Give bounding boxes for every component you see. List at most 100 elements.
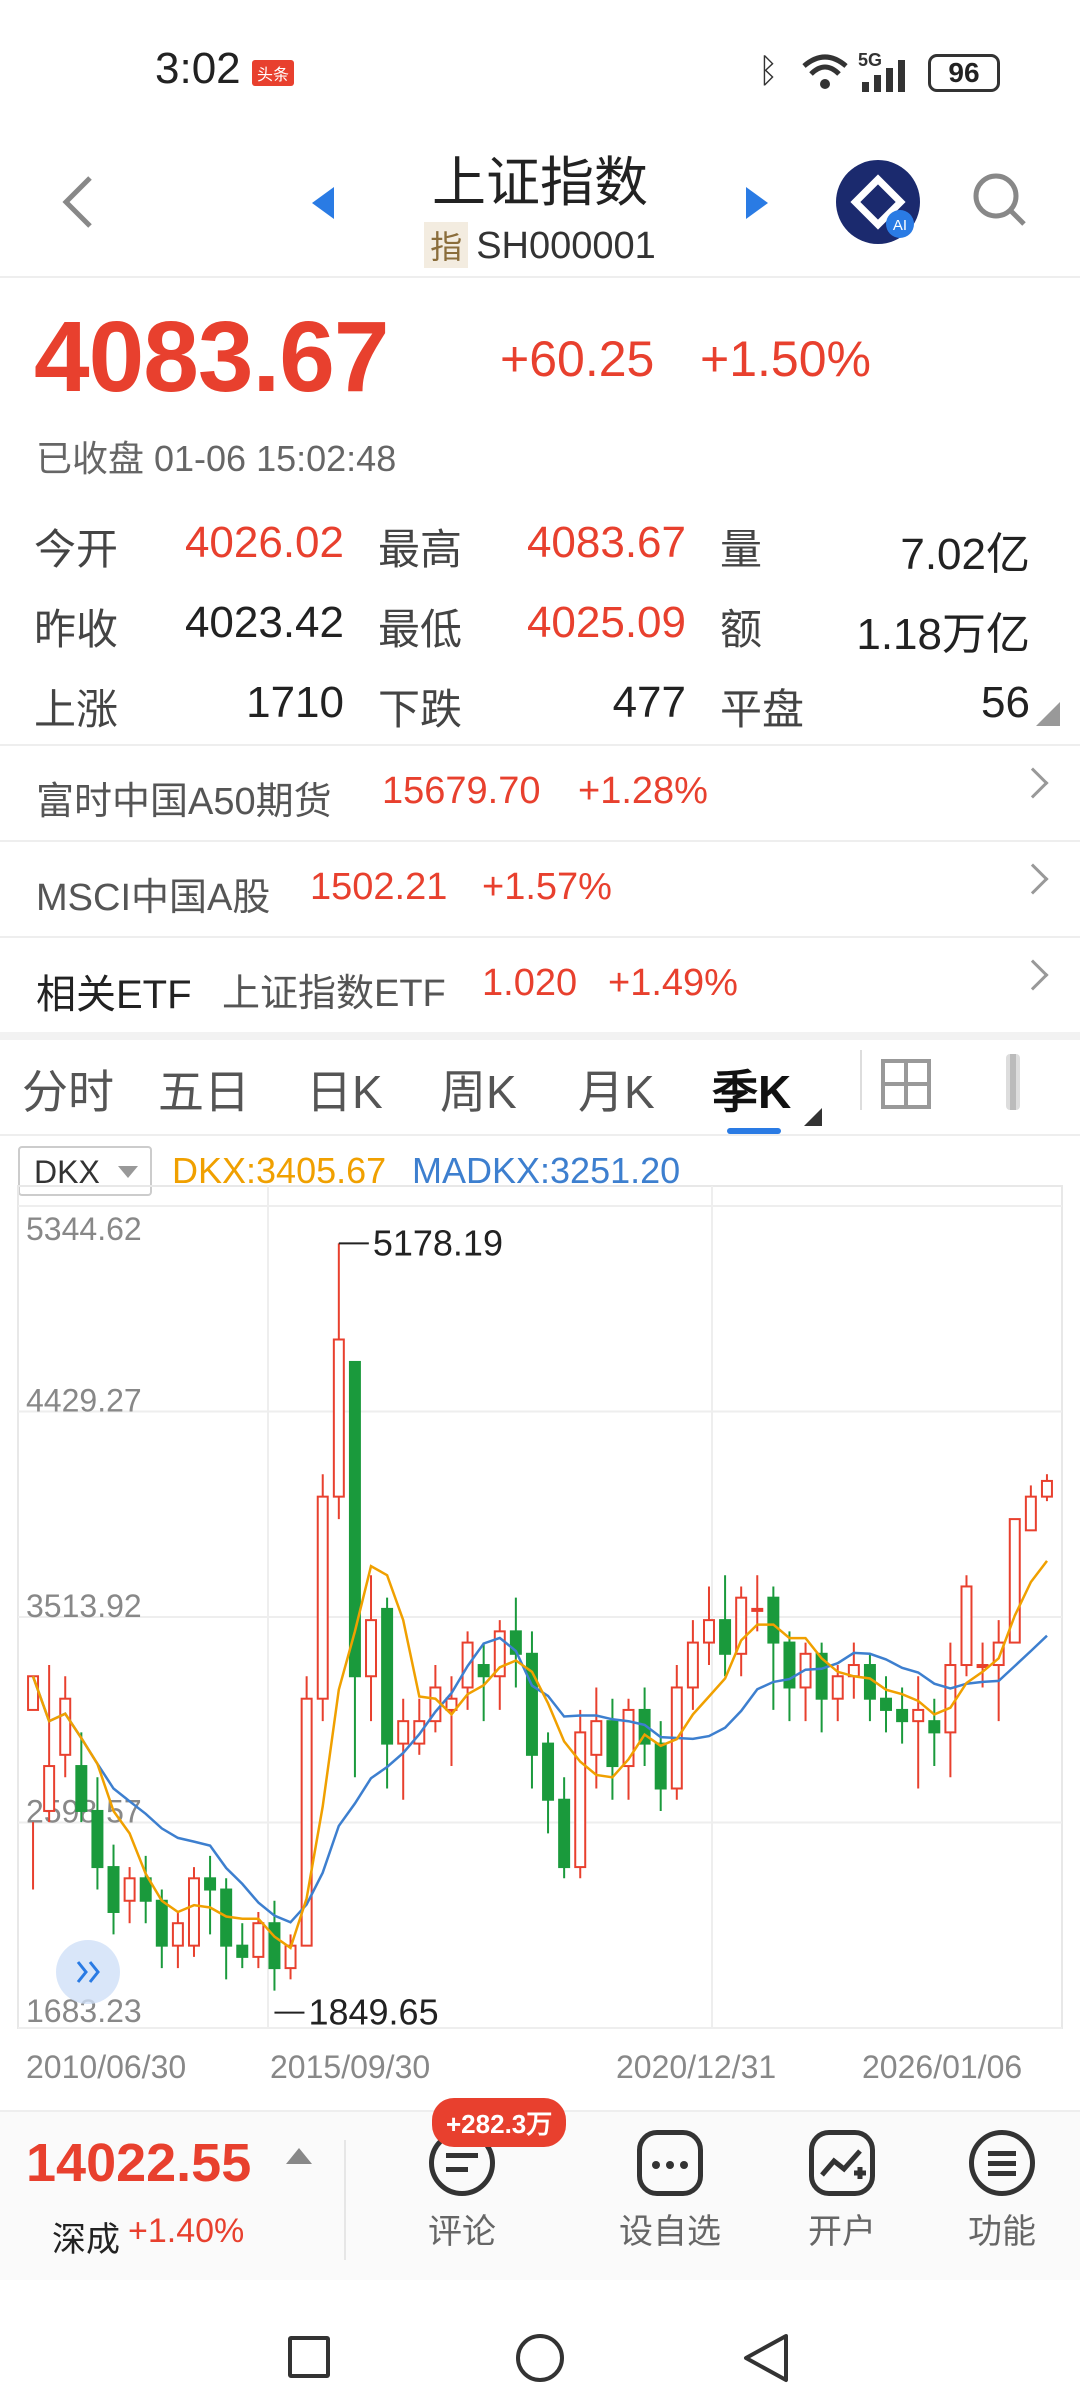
more-dots-icon — [637, 2130, 703, 2196]
tab-daily-k[interactable]: 日K — [306, 1056, 383, 1122]
stat-label: 量 — [720, 526, 763, 573]
stat-value: 1.18万亿 — [856, 610, 1030, 659]
related-name: MSCI中国A股 — [36, 877, 271, 919]
candle-body — [735, 1596, 748, 1655]
add-watchlist-button[interactable]: 设自选 — [600, 2130, 740, 2253]
scroll-left-button[interactable] — [56, 1940, 120, 2004]
candle-body — [397, 1720, 410, 1745]
chevron-right-icon — [1017, 959, 1049, 991]
candlestick-chart[interactable]: 5344.624429.273513.922598.571683.232010/… — [0, 1140, 1080, 2080]
chart-frame — [17, 1185, 1063, 2029]
stat-value: 4026.02 — [184, 518, 344, 567]
layout-grid-icon[interactable] — [880, 1058, 932, 1110]
stat-value: 7.02亿 — [900, 530, 1030, 579]
ai-logo-icon: AI — [850, 174, 914, 238]
candle-body — [123, 1877, 136, 1902]
stat-label: 最低 — [378, 606, 463, 653]
candle-body — [75, 1765, 88, 1812]
candle-body — [606, 1720, 619, 1768]
candle-body — [542, 1742, 555, 1801]
wifi-icon — [802, 54, 848, 89]
candle-body — [702, 1619, 715, 1644]
stat-label: 额 — [720, 606, 763, 653]
related-name: 富时中国A50期货 — [36, 781, 332, 823]
functions-button[interactable]: 功能 — [932, 2130, 1072, 2253]
candle-body — [944, 1664, 957, 1734]
tab-five-day[interactable]: 五日 — [158, 1056, 250, 1122]
candle-body — [960, 1585, 973, 1667]
candle-body — [880, 1697, 893, 1711]
candle-body — [204, 1877, 217, 1891]
chart-plus-icon — [809, 2130, 875, 2196]
add-watchlist-label: 设自选 — [619, 2213, 721, 2251]
stat-label: 最高 — [378, 526, 463, 573]
candle-body — [155, 1899, 168, 1947]
candle-body — [767, 1596, 780, 1644]
shenzhen-index-price[interactable]: 14022.55 — [26, 2132, 251, 2194]
candle-body — [268, 1922, 281, 1970]
comment-button[interactable]: 评论 — [392, 2130, 532, 2253]
candle-body — [477, 1664, 490, 1678]
section-gap — [0, 1032, 1080, 1040]
stat-value: 477 — [612, 678, 686, 727]
candle-body — [896, 1708, 909, 1723]
tab-dropdown-indicator[interactable] — [804, 1108, 822, 1126]
related-row-a50[interactable]: 富时中国A50期货 15679.70 +1.28% — [0, 746, 1080, 840]
x-tick-label: 2026/01/06 — [862, 2049, 1022, 2080]
stats-expand-icon[interactable] — [1036, 702, 1060, 726]
related-pct: +1.49% — [608, 962, 738, 1004]
recent-apps-button[interactable] — [288, 2336, 330, 2378]
stat-label: 今开 — [34, 526, 119, 573]
next-stock-icon[interactable] — [742, 185, 772, 221]
dkx-line — [31, 1560, 1048, 1950]
home-button[interactable] — [516, 2334, 564, 2382]
related-row-etf[interactable]: 相关ETF 上证指数ETF 1.020 +1.49% — [0, 938, 1080, 1032]
candle-body — [187, 1877, 200, 1947]
shenzhen-index-pct: +1.40% — [128, 2212, 245, 2250]
bluetooth-icon: ᛒ — [758, 52, 779, 90]
price-change: +60.25 — [500, 331, 655, 387]
candle-body — [59, 1697, 72, 1756]
system-nav-bar — [0, 2280, 1080, 2400]
stat-label: 昨收 — [34, 606, 119, 653]
stock-code-text: SH000001 — [476, 225, 656, 267]
candle-body — [558, 1798, 571, 1869]
price-change-pct: +1.50% — [700, 331, 871, 387]
x-tick-label: 2020/12/31 — [616, 2049, 776, 2080]
ai-assistant-button[interactable]: AI — [836, 160, 920, 244]
candle-body — [316, 1495, 329, 1700]
candle-body — [332, 1338, 345, 1498]
tab-intraday[interactable]: 分时 — [22, 1056, 114, 1122]
stat-value: 1710 — [246, 678, 344, 727]
candle-body — [928, 1720, 941, 1734]
candle-body — [43, 1765, 56, 1812]
candle-body — [171, 1922, 184, 1947]
stat-value: 4023.42 — [184, 598, 344, 647]
candle-body — [590, 1720, 603, 1756]
open-account-button[interactable]: 开户 — [772, 2130, 912, 2253]
candle-body — [976, 1664, 989, 1669]
candle-body — [91, 1809, 104, 1869]
stat-label: 上涨 — [34, 686, 119, 733]
signal-icon — [862, 60, 905, 92]
stat-value: 56 — [981, 678, 1030, 727]
high-annotation: 5178.19 — [373, 1222, 503, 1263]
tab-weekly-k[interactable]: 周K — [440, 1056, 517, 1122]
y-tick-label: 4429.27 — [26, 1383, 142, 1419]
current-price: 4083.67 — [34, 301, 389, 413]
back-nav-button[interactable] — [742, 2332, 790, 2384]
related-section-label: 相关ETF — [36, 973, 192, 1017]
y-tick-label: 3513.92 — [26, 1588, 142, 1624]
candle-body — [574, 1731, 587, 1869]
low-annotation: 1849.65 — [308, 1992, 438, 2033]
stat-value: 4083.67 — [526, 518, 686, 567]
tab-monthly-k[interactable]: 月K — [578, 1056, 655, 1122]
tab-quarterly-k[interactable]: 季K — [712, 1056, 791, 1122]
y-tick-label: 5344.62 — [26, 1211, 142, 1247]
fullscreen-handle-icon[interactable] — [1000, 1052, 1026, 1112]
candle-body — [719, 1619, 732, 1655]
search-icon[interactable] — [970, 170, 1030, 230]
menu-icon — [969, 2130, 1035, 2196]
related-row-msci[interactable]: MSCI中国A股 1502.21 +1.57% — [0, 842, 1080, 936]
expand-up-icon[interactable] — [286, 2146, 312, 2164]
